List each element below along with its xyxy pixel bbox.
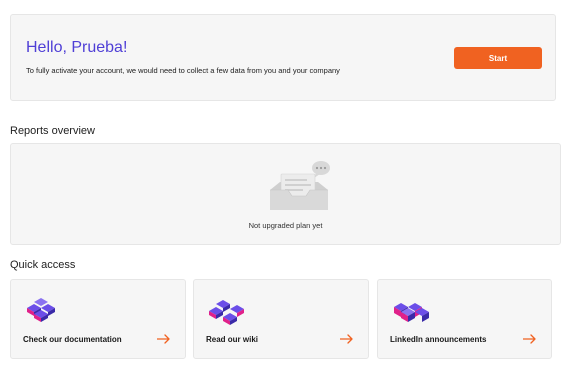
quick-access-label: LinkedIn announcements: [390, 335, 487, 344]
quick-access-linkedin[interactable]: LinkedIn announcements: [377, 279, 552, 359]
quick-access-title: Quick access: [10, 259, 76, 271]
quick-access-documentation[interactable]: Check our documentation: [10, 279, 186, 359]
arrow-right-icon[interactable]: [523, 334, 537, 344]
welcome-card: Hello, Prueba! To fully activate your ac…: [10, 14, 556, 101]
quick-access-label: Read our wiki: [206, 335, 259, 344]
empty-inbox-illustration: [270, 161, 330, 210]
arrow-right-icon[interactable]: [340, 334, 354, 344]
welcome-greeting: Hello, Prueba!: [26, 39, 128, 56]
reports-overview-title: Reports overview: [10, 125, 95, 137]
reports-overview-card: Not upgraded plan yet: [10, 143, 561, 245]
cubes-icon: [209, 300, 244, 325]
cubes-icon: [27, 298, 55, 322]
welcome-message: To fully activate your account, we would…: [26, 66, 340, 75]
quick-access-label: Check our documentation: [23, 335, 122, 344]
arrow-right-icon[interactable]: [157, 334, 171, 344]
cubes-icon: [394, 303, 429, 322]
empty-state-text: Not upgraded plan yet: [248, 221, 323, 230]
quick-access-wiki[interactable]: Read our wiki: [193, 279, 369, 359]
start-button[interactable]: Start: [454, 47, 542, 69]
